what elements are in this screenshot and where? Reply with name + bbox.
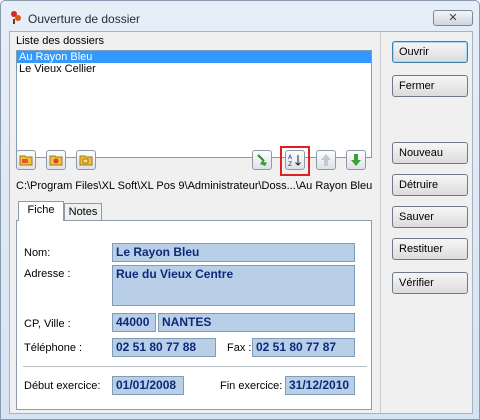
cp-ville-label: CP, Ville : [24,318,71,330]
ville-field[interactable]: NANTES [158,313,355,332]
sort-button-highlight [280,146,310,176]
folder-open-icon [19,155,33,166]
open-folder-tool-button[interactable] [16,150,36,170]
folder-copy-icon [79,155,93,166]
close-icon: ✕ [448,12,458,24]
nouveau-button[interactable]: Nouveau [392,142,468,164]
fax-field[interactable]: 02 51 80 77 87 [252,338,355,357]
app-icon [11,11,21,24]
tab-fiche[interactable]: Fiche [18,201,64,221]
folder-path-text: C:\Program Files\XL Soft\XL Pos 9\Admini… [16,180,372,192]
fermer-button[interactable]: Fermer [392,75,468,97]
nom-field[interactable]: Le Rayon Bleu [112,243,355,262]
new-folder-tool-button[interactable] [46,150,66,170]
nom-label: Nom: [24,247,51,259]
close-button[interactable]: ✕ [433,10,473,26]
folder-list-item[interactable]: Le Vieux Cellier [17,63,371,75]
cp-field[interactable]: 44000 [112,313,156,332]
ouvrir-button[interactable]: Ouvrir [392,41,468,63]
arrow-up-icon [321,154,331,166]
tab-notes[interactable]: Notes [64,203,102,221]
arrow-down-icon [351,154,361,166]
form-separator [23,366,367,367]
broom-icon [257,154,267,166]
title-bar[interactable]: Ouverture de dossier ✕ [1,1,479,31]
adresse-field[interactable]: Rue du Vieux Centre [112,265,355,306]
fax-label: Fax : [227,342,252,354]
fin-exercice-field[interactable]: 31/12/2010 [285,376,355,395]
clean-tool-button[interactable] [252,150,272,170]
detruire-button[interactable]: Détruire [392,174,468,196]
dialog-client-area: Liste des dossiers Au Rayon Bleu Le Vieu… [9,31,473,414]
fin-exercice-label: Fin exercice: [220,380,283,392]
sauver-button[interactable]: Sauver [392,206,468,228]
telephone-label: Téléphone : [24,342,83,354]
fiche-tab-page: Nom: Le Rayon Bleu Adresse : Rue du Vieu… [16,220,372,410]
folder-list-item[interactable]: Au Rayon Bleu [17,51,371,63]
window-title: Ouverture de dossier [28,12,141,26]
debut-exercice-field[interactable]: 01/01/2008 [112,376,184,395]
folder-list-label: Liste des dossiers [16,35,105,47]
buttons-separator [380,32,381,413]
move-down-button[interactable] [346,150,366,170]
folder-listbox[interactable]: Au Rayon Bleu Le Vieux Cellier [16,50,372,158]
telephone-field[interactable]: 02 51 80 77 88 [112,338,216,357]
copy-folder-tool-button[interactable] [76,150,96,170]
restituer-button[interactable]: Restituer [392,238,468,260]
dialog-window: Ouverture de dossier ✕ Liste des dossier… [0,0,480,420]
debut-exercice-label: Début exercice: [24,380,101,392]
folder-new-icon [49,155,63,166]
verifier-button[interactable]: Vérifier [392,272,468,294]
adresse-label: Adresse : [24,268,71,280]
move-up-button[interactable] [316,150,336,170]
